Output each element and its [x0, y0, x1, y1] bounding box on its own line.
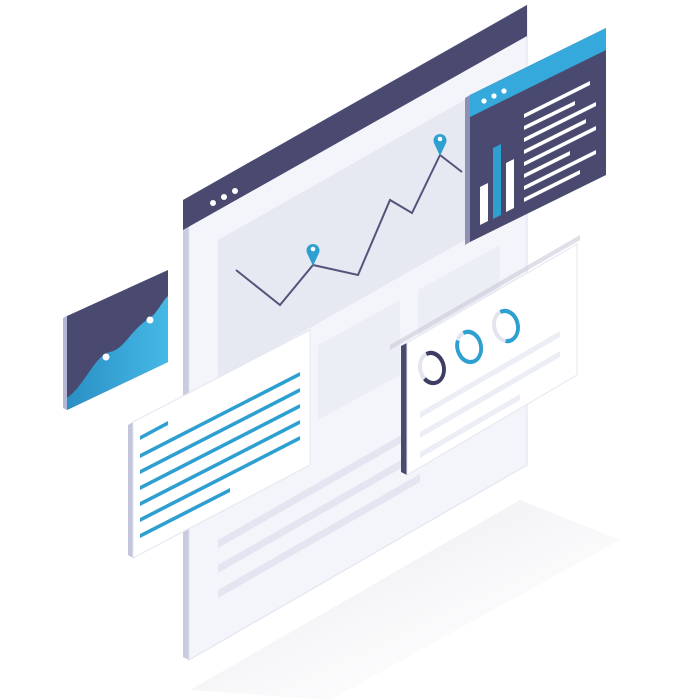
isometric-dashboard-illustration [63, 4, 620, 700]
window-dot-icon [481, 98, 487, 104]
window-dot-icon [491, 93, 497, 99]
ring-card-edge [401, 343, 407, 475]
bar [506, 159, 514, 212]
area-chart-card [63, 270, 168, 410]
area-chart-point [146, 316, 154, 324]
bar [493, 144, 501, 219]
text-card-edge [128, 422, 133, 558]
bar [480, 183, 488, 225]
area-card-edge [63, 316, 67, 410]
area-chart-point [102, 353, 110, 361]
bar-card-edge [465, 95, 470, 245]
window-dot-icon [221, 194, 227, 200]
window-dot-icon [501, 88, 507, 94]
window-dot-icon [210, 200, 216, 206]
window-dot-icon [232, 188, 238, 194]
